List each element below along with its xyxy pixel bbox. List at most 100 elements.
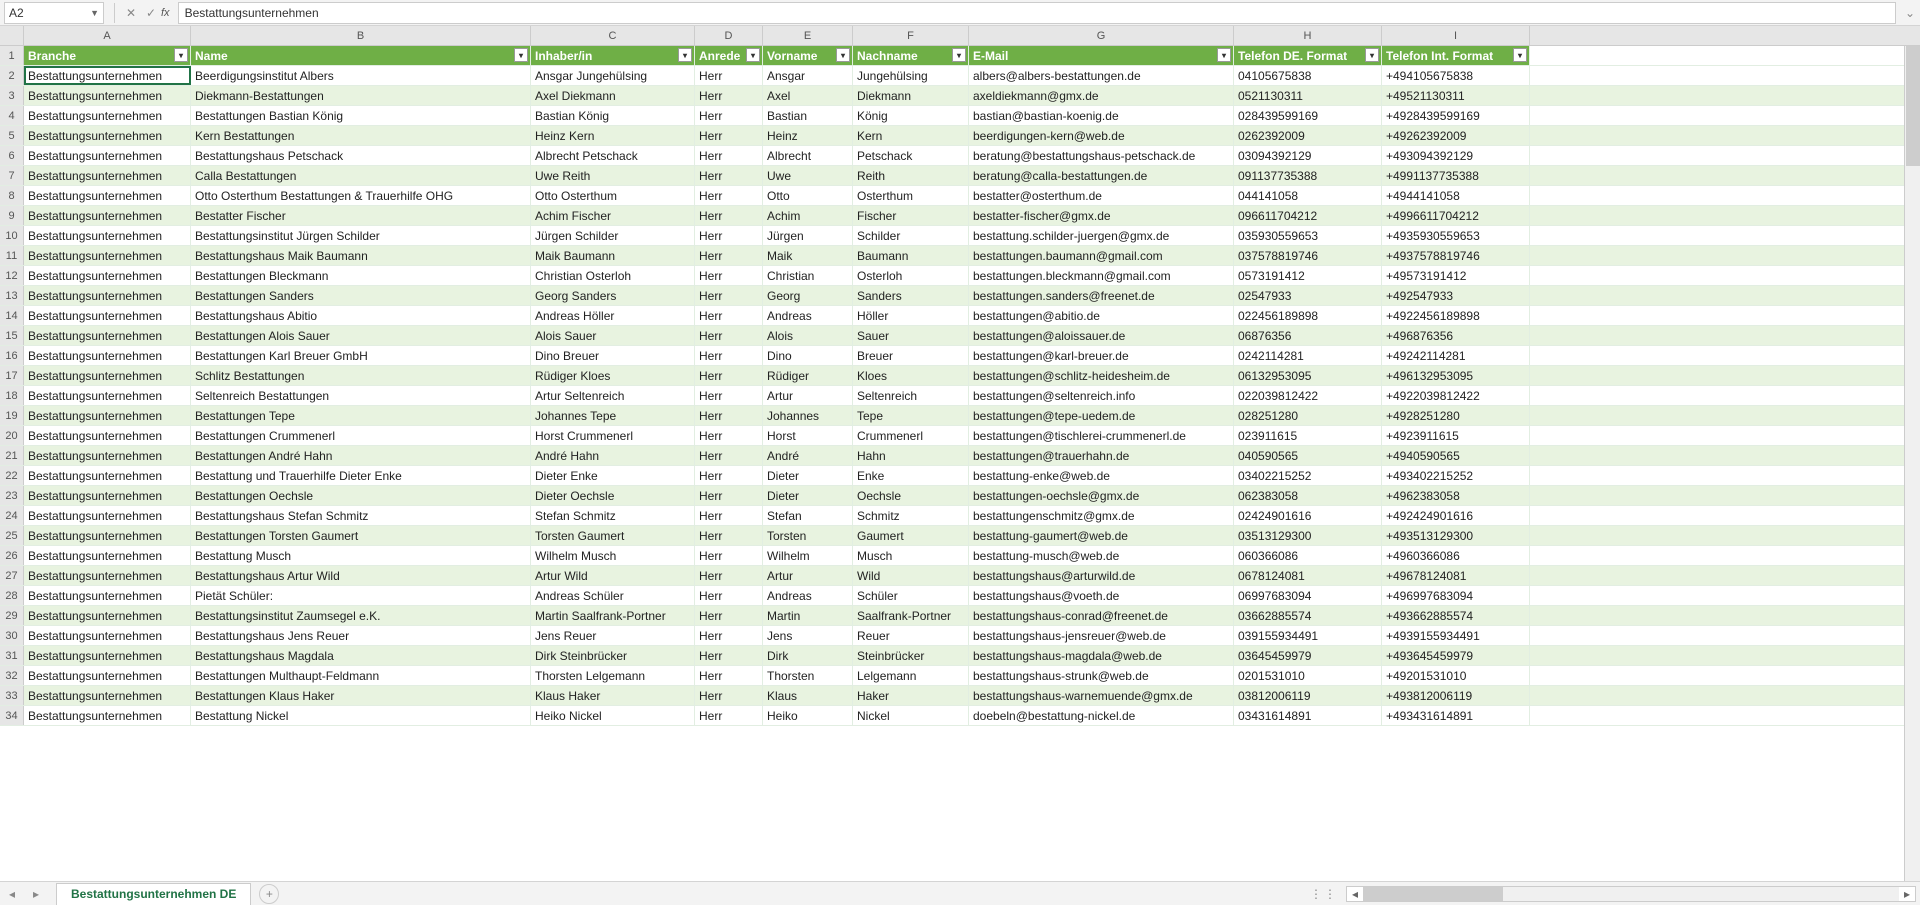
row-header[interactable]: 26 bbox=[0, 546, 24, 565]
cell[interactable]: 06132953095 bbox=[1234, 366, 1382, 385]
cell[interactable]: Axel bbox=[763, 86, 853, 105]
cell[interactable]: Horst bbox=[763, 426, 853, 445]
cell[interactable]: Seltenreich bbox=[853, 386, 969, 405]
cell[interactable]: Bestattungsunternehmen bbox=[24, 326, 191, 345]
cell[interactable]: 028439599169 bbox=[1234, 106, 1382, 125]
cell[interactable]: Bastian bbox=[763, 106, 853, 125]
cell[interactable]: Bestattungsunternehmen bbox=[24, 346, 191, 365]
cell[interactable]: Ansgar Jungehülsing bbox=[531, 66, 695, 85]
cell[interactable]: +4940590565 bbox=[1382, 446, 1530, 465]
cell[interactable]: Dieter bbox=[763, 486, 853, 505]
filter-button[interactable]: ▾ bbox=[746, 48, 760, 62]
cell[interactable]: Herr bbox=[695, 506, 763, 525]
cell[interactable]: +49262392009 bbox=[1382, 126, 1530, 145]
cell[interactable]: Seltenreich Bestattungen bbox=[191, 386, 531, 405]
cell[interactable]: Bestattungen Tepe bbox=[191, 406, 531, 425]
cell[interactable]: Maik bbox=[763, 246, 853, 265]
cell[interactable]: Reuer bbox=[853, 626, 969, 645]
cell[interactable]: Diekmann bbox=[853, 86, 969, 105]
confirm-formula-button[interactable]: ✓ bbox=[141, 3, 161, 23]
cell[interactable]: +494105675838 bbox=[1382, 66, 1530, 85]
row-header[interactable]: 15 bbox=[0, 326, 24, 345]
cell[interactable]: 0242114281 bbox=[1234, 346, 1382, 365]
row-header[interactable]: 18 bbox=[0, 386, 24, 405]
cell[interactable]: Dirk bbox=[763, 646, 853, 665]
row-header[interactable]: 33 bbox=[0, 686, 24, 705]
cell[interactable]: Thorsten bbox=[763, 666, 853, 685]
cell[interactable]: 037578819746 bbox=[1234, 246, 1382, 265]
cell[interactable]: Albrecht bbox=[763, 146, 853, 165]
cell[interactable]: Diekmann-Bestattungen bbox=[191, 86, 531, 105]
sheet-nav-first[interactable]: ◂ bbox=[2, 884, 22, 904]
table-header-cell[interactable]: Inhaber/in▾ bbox=[531, 46, 695, 65]
cell[interactable]: bestatter@osterthum.de bbox=[969, 186, 1234, 205]
cell[interactable]: bestattungen.sanders@freenet.de bbox=[969, 286, 1234, 305]
sheet-nav-last[interactable]: ▸ bbox=[26, 884, 46, 904]
cell[interactable]: Herr bbox=[695, 586, 763, 605]
cell[interactable]: Bestattungen André Hahn bbox=[191, 446, 531, 465]
cell[interactable]: Bestattungen Crummenerl bbox=[191, 426, 531, 445]
cell[interactable]: Wilhelm bbox=[763, 546, 853, 565]
filter-button[interactable]: ▾ bbox=[1365, 48, 1379, 62]
cell[interactable]: Bestattungsunternehmen bbox=[24, 626, 191, 645]
cell[interactable]: Bestattungen Torsten Gaumert bbox=[191, 526, 531, 545]
cell[interactable]: Bestattungsunternehmen bbox=[24, 146, 191, 165]
row-header[interactable]: 21 bbox=[0, 446, 24, 465]
cell[interactable]: Bestattungsunternehmen bbox=[24, 86, 191, 105]
cell[interactable]: Herr bbox=[695, 466, 763, 485]
cell[interactable]: Bestatter Fischer bbox=[191, 206, 531, 225]
row-header[interactable]: 32 bbox=[0, 666, 24, 685]
cell[interactable]: Kern bbox=[853, 126, 969, 145]
cell[interactable]: Christian bbox=[763, 266, 853, 285]
cell[interactable]: Herr bbox=[695, 86, 763, 105]
cell[interactable]: Bestattungsunternehmen bbox=[24, 526, 191, 545]
cell[interactable]: Dirk Steinbrücker bbox=[531, 646, 695, 665]
cell[interactable]: Georg Sanders bbox=[531, 286, 695, 305]
column-header-D[interactable]: D bbox=[695, 26, 763, 45]
cell[interactable]: +4991137735388 bbox=[1382, 166, 1530, 185]
cell[interactable]: bestattung.schilder-juergen@gmx.de bbox=[969, 226, 1234, 245]
row-header[interactable]: 6 bbox=[0, 146, 24, 165]
cell[interactable]: +4928251280 bbox=[1382, 406, 1530, 425]
cell[interactable]: Herr bbox=[695, 306, 763, 325]
column-header-C[interactable]: C bbox=[531, 26, 695, 45]
cell[interactable]: Bestattungshaus Artur Wild bbox=[191, 566, 531, 585]
cell[interactable]: 06876356 bbox=[1234, 326, 1382, 345]
cell[interactable]: Bestattungsunternehmen bbox=[24, 166, 191, 185]
cell[interactable]: Schilder bbox=[853, 226, 969, 245]
cell[interactable]: Bestattungsunternehmen bbox=[24, 186, 191, 205]
cell[interactable]: Bestattungshaus Stefan Schmitz bbox=[191, 506, 531, 525]
cell[interactable]: Crummenerl bbox=[853, 426, 969, 445]
cell[interactable]: Herr bbox=[695, 226, 763, 245]
cell[interactable]: Herr bbox=[695, 166, 763, 185]
cell[interactable]: Herr bbox=[695, 366, 763, 385]
cell[interactable]: Heiko bbox=[763, 706, 853, 725]
cell[interactable]: bestattungshaus-warnemuende@gmx.de bbox=[969, 686, 1234, 705]
cell[interactable]: Herr bbox=[695, 626, 763, 645]
sheet-tab-active[interactable]: Bestattungsunternehmen DE bbox=[56, 883, 251, 905]
row-header[interactable]: 3 bbox=[0, 86, 24, 105]
cell[interactable]: Bestattungsunternehmen bbox=[24, 426, 191, 445]
cell[interactable]: bestattungshaus@arturwild.de bbox=[969, 566, 1234, 585]
column-header-G[interactable]: G bbox=[969, 26, 1234, 45]
cell[interactable]: Torsten Gaumert bbox=[531, 526, 695, 545]
cell[interactable]: Bestattungsunternehmen bbox=[24, 586, 191, 605]
cell[interactable]: bestattungshaus-jensreuer@web.de bbox=[969, 626, 1234, 645]
cell[interactable]: Beerdigungsinstitut Albers bbox=[191, 66, 531, 85]
cell[interactable]: Nickel bbox=[853, 706, 969, 725]
cell[interactable]: bestattungen@seltenreich.info bbox=[969, 386, 1234, 405]
cell[interactable]: Rüdiger bbox=[763, 366, 853, 385]
cell[interactable]: Axel Diekmann bbox=[531, 86, 695, 105]
cell[interactable]: Herr bbox=[695, 286, 763, 305]
cell[interactable]: Herr bbox=[695, 66, 763, 85]
cell[interactable]: Sauer bbox=[853, 326, 969, 345]
cell[interactable]: +4996611704212 bbox=[1382, 206, 1530, 225]
cell[interactable]: Enke bbox=[853, 466, 969, 485]
cell[interactable]: 022456189898 bbox=[1234, 306, 1382, 325]
horizontal-scrollbar[interactable]: ◂ ▸ bbox=[1346, 886, 1916, 902]
filter-button[interactable]: ▾ bbox=[174, 48, 188, 62]
cell[interactable]: Bestattungsunternehmen bbox=[24, 246, 191, 265]
cell[interactable]: Georg bbox=[763, 286, 853, 305]
cell[interactable]: Bestattungen Bleckmann bbox=[191, 266, 531, 285]
cell[interactable]: Herr bbox=[695, 446, 763, 465]
